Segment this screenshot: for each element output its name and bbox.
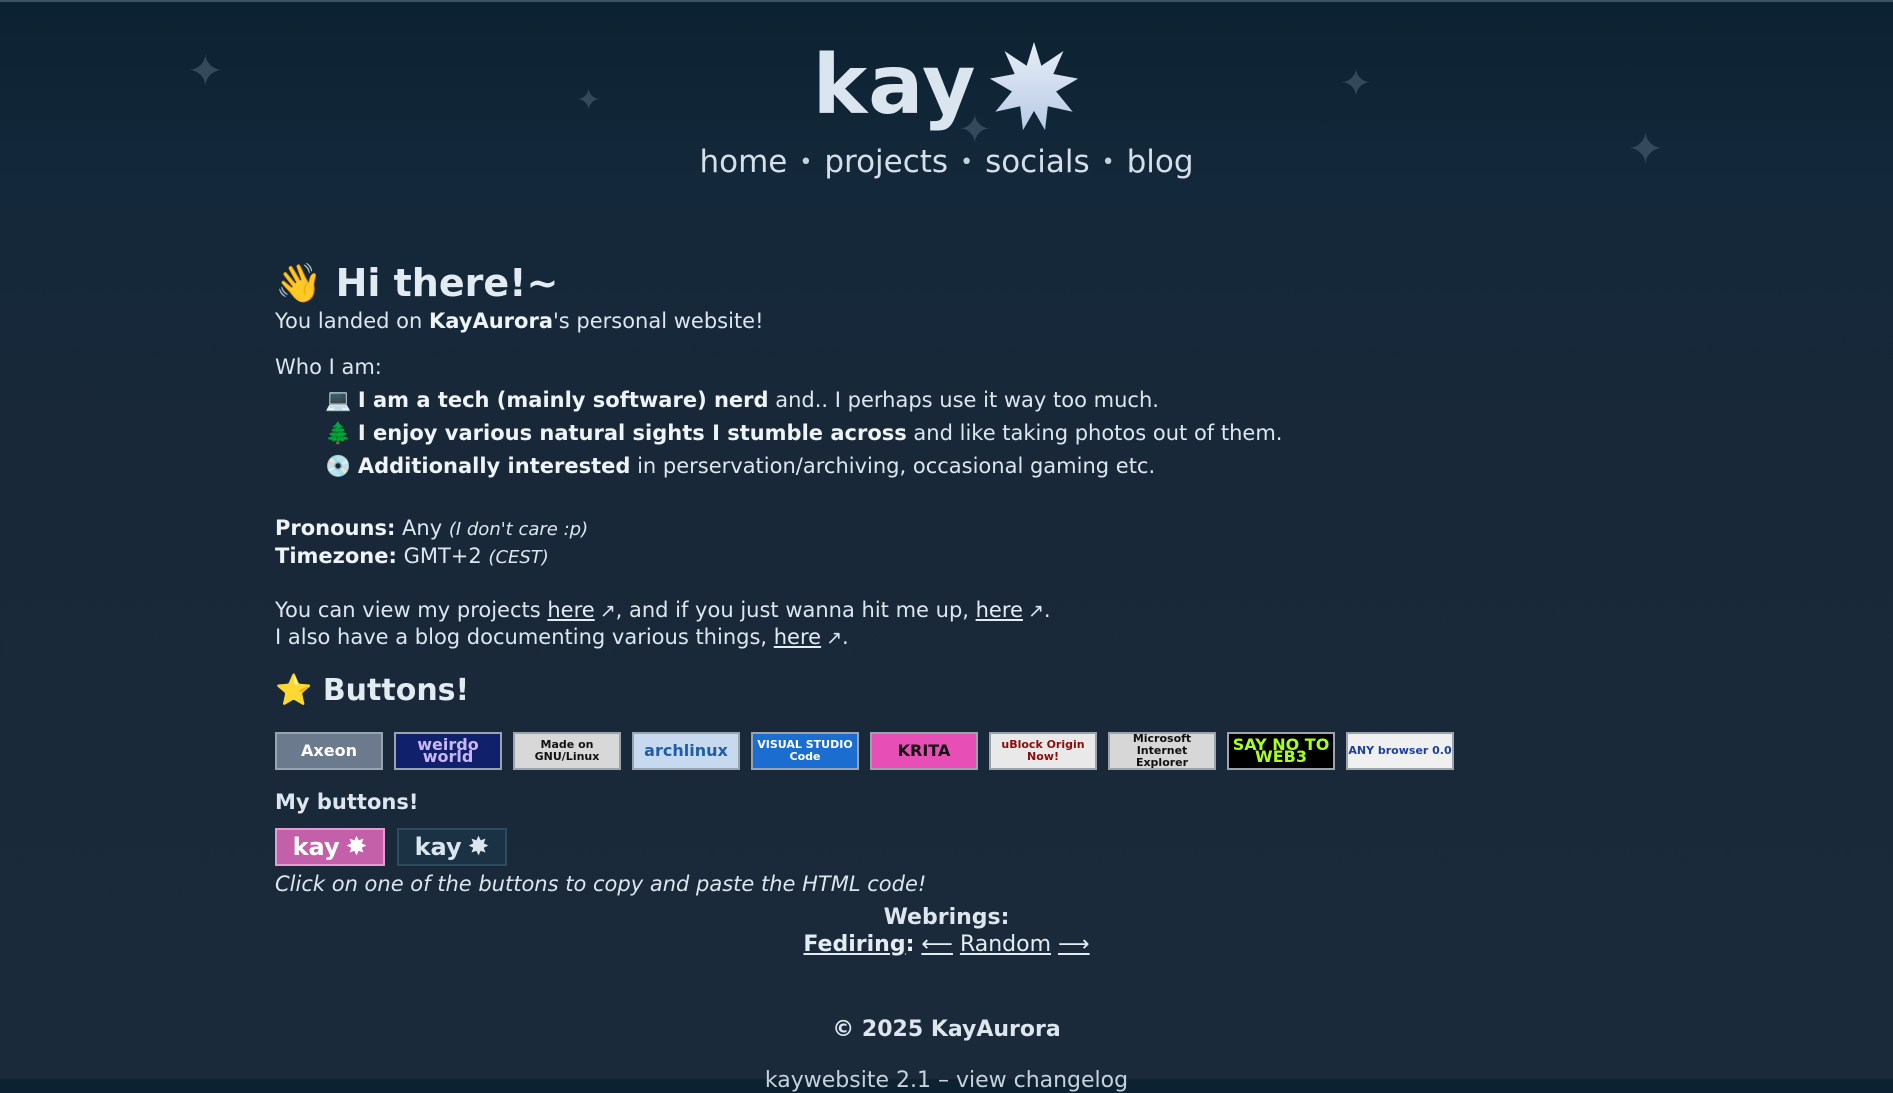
nav-separator: • (799, 150, 813, 175)
copy-hint: Click on one of the buttons to copy and … (275, 872, 927, 896)
webring-prev-link[interactable]: ⟵ (921, 932, 953, 957)
landed-text: You landed on KayAurora's personal websi… (275, 309, 764, 333)
site-logo[interactable]: kay (813, 40, 1081, 132)
my-button-label: kay (292, 833, 340, 861)
projects-line: You can view my projects here ↗, and if y… (275, 598, 1051, 622)
footer-copyright: © 2025 KayAurora (832, 1017, 1061, 1042)
my-buttons-label: My buttons! (275, 790, 419, 814)
starburst-icon: ✸ (467, 832, 490, 862)
main-nav: home • projects • socials • blog (0, 144, 1893, 180)
external-link-icon: ↗ (826, 627, 842, 649)
nav-separator: • (960, 150, 974, 175)
starburst-icon (990, 41, 1079, 131)
archlinux-button[interactable]: archlinux (632, 732, 740, 770)
made-on-gnu-linux-button[interactable]: Made on GNU/Linux (513, 732, 621, 770)
kay-dark-button[interactable]: kay ✸ (397, 828, 507, 866)
disc-icon: 💿 (325, 454, 352, 478)
krita-button[interactable]: KRITA (870, 732, 978, 770)
nav-socials[interactable]: socials (985, 144, 1090, 180)
nav-separator: • (1101, 150, 1115, 175)
star-icon: ⭐ (275, 673, 313, 708)
blog-link[interactable]: here (774, 625, 821, 649)
top-border (0, 0, 1893, 2)
fediring-row: Fediring: ⟵ Random ⟶ (803, 932, 1090, 957)
list-item: 🌲 I enjoy various natural sights I stumb… (325, 421, 1283, 445)
projects-link[interactable]: here (547, 598, 594, 622)
timezone-line: Timezone: GMT+2 (CEST) (275, 544, 549, 568)
list-item: 💻 I am a tech (mainly software) nerd and… (325, 388, 1159, 412)
visual-studio-code-button[interactable]: VISUAL STUDIO Code (751, 732, 859, 770)
fediring-link[interactable]: Fediring (803, 932, 905, 957)
pronouns-line: Pronouns: Any (I don't care :p) (275, 516, 589, 540)
main-content: 👋 Hi there!~ You landed on KayAurora's p… (275, 258, 1475, 896)
tree-icon: 🌲 (325, 421, 352, 445)
badge-row: Axeon weirdo world Made on GNU/Linux archli… (275, 732, 1475, 770)
greeting-heading: 👋 Hi there!~ (275, 261, 559, 305)
wave-icon: 👋 (275, 261, 323, 305)
who-label: Who I am: (275, 355, 382, 379)
my-button-label: kay (414, 833, 462, 861)
external-link-icon: ↗ (599, 600, 616, 622)
footer-version[interactable]: kaywebsite 2.1 – view changelog (0, 1068, 1893, 1093)
buttons-heading: ⭐ Buttons! (275, 673, 470, 708)
webrings-label: Webrings: (883, 905, 1010, 930)
laptop-icon: 💻 (325, 388, 352, 412)
blog-line: I also have a blog documenting various t… (275, 625, 849, 649)
site-header: kay home • projects • socials • blog (0, 40, 1893, 180)
list-item: 💿 Additionally interested in perservatio… (325, 454, 1156, 478)
internet-explorer-button[interactable]: Microsoft Internet Explorer (1108, 732, 1216, 770)
nav-home[interactable]: home (699, 144, 787, 180)
weirdo-world-button[interactable]: weirdo world (394, 732, 502, 770)
webring-next-link[interactable]: ⟶ (1058, 932, 1090, 957)
webrings: Webrings: Fediring: ⟵ Random ⟶ (0, 905, 1893, 957)
kay-pink-button[interactable]: kay ✸ (275, 828, 385, 866)
nav-projects[interactable]: projects (824, 144, 948, 180)
webring-random-link[interactable]: Random (960, 932, 1051, 957)
nav-blog[interactable]: blog (1127, 144, 1194, 180)
logo-text: kay (812, 38, 977, 133)
axeon-button[interactable]: Axeon (275, 732, 383, 770)
external-link-icon: ↗ (1027, 600, 1044, 622)
ublock-origin-button[interactable]: uBlock Origin Now! (989, 732, 1097, 770)
my-buttons-row: kay ✸ kay ✸ (275, 828, 1475, 866)
socials-link[interactable]: here (976, 598, 1023, 622)
about-list: 💻 I am a tech (mainly software) nerd and… (325, 384, 1475, 483)
any-browser-button[interactable]: ANY browser 0.0 (1346, 732, 1454, 770)
say-no-to-web3-button[interactable]: SAY NO TO WEB3 (1227, 732, 1335, 770)
starburst-icon: ✸ (345, 832, 368, 862)
